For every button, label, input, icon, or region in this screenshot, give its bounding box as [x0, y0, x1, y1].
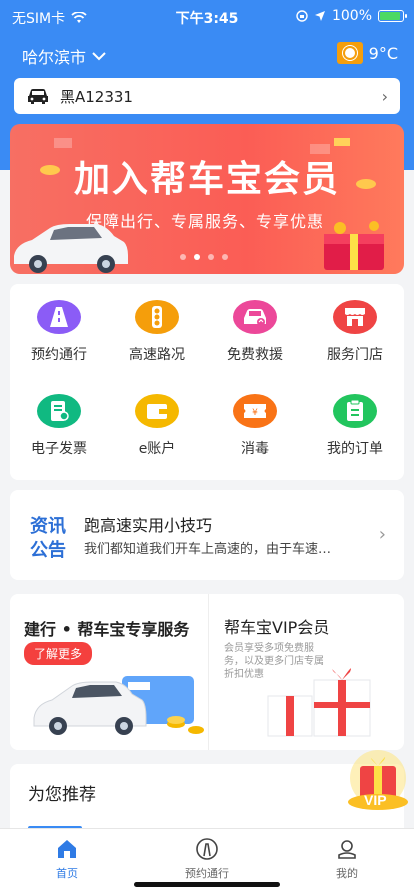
service-grid: 预约通行 高速路况 免费救援 服务门店 电子发票 e账户 ¥ 消毒 我的订单: [10, 284, 404, 480]
grid-label: e账户: [138, 441, 176, 457]
recommend-title: 为您推荐: [28, 785, 96, 805]
vehicle-plate-selector[interactable]: 黑A12331 ›: [14, 78, 400, 114]
grid-label: 免费救援: [227, 347, 283, 363]
carousel-dot-active[interactable]: [194, 254, 200, 260]
car-illustration: [14, 224, 128, 273]
news-badge-line2: 公告: [30, 540, 66, 561]
store-icon: [333, 300, 377, 334]
tab-reserve[interactable]: 预约通行: [167, 837, 247, 881]
tab-home[interactable]: 首页: [27, 837, 107, 881]
svg-text:¥: ¥: [252, 408, 258, 418]
grid-item-traffic[interactable]: 高速路况: [108, 284, 206, 364]
ticket-icon: ¥: [233, 394, 277, 428]
grid-label: 电子发票: [31, 441, 87, 457]
tab-label: 预约通行: [185, 867, 229, 880]
battery-percent: 100%: [331, 8, 372, 24]
battery-icon: [378, 10, 407, 22]
chevron-right-icon: ›: [381, 86, 388, 106]
grid-item-rescue[interactable]: 免费救援: [206, 284, 304, 364]
temperature-label: 9°C: [368, 43, 398, 63]
grid-item-invoice[interactable]: 电子发票: [10, 378, 108, 458]
vip-member-card[interactable]: 帮车宝VIP会员 会员享受多项免费服务，以及更多门店专属折扣优惠: [208, 594, 404, 750]
promo-section: 建行 • 帮车宝专享服务 了解更多 帮车宝VIP会员 会员享受多项免费服务，以及…: [10, 594, 404, 750]
ccb-service-title: 建行 • 帮车宝专享服务: [24, 620, 190, 639]
carousel-dot[interactable]: [208, 254, 214, 260]
grid-label: 服务门店: [327, 347, 383, 363]
grid-item-e-account[interactable]: e账户: [108, 378, 206, 458]
home-indicator: [134, 882, 280, 887]
vip-floating-button[interactable]: VIP: [346, 744, 410, 814]
road-outline-icon: [196, 838, 218, 860]
sun-icon: [336, 42, 363, 64]
plate-number: 黑A12331: [60, 87, 133, 106]
status-bar: 无SIM卡 下午3:45 100%: [0, 0, 414, 32]
news-announcement[interactable]: 资讯 公告 跑高速实用小技巧 我们都知道我们开车上高速的，由于车速… ›: [10, 490, 404, 580]
invoice-icon: [37, 394, 81, 428]
carousel-dot[interactable]: [180, 254, 186, 260]
grid-label: 高速路况: [129, 347, 185, 363]
grid-label: 预约通行: [31, 347, 87, 363]
user-icon: [338, 840, 356, 859]
vip-title: 帮车宝VIP会员: [224, 618, 330, 637]
news-badge-line1: 资讯: [30, 516, 66, 537]
car-icon: [28, 89, 48, 104]
membership-banner[interactable]: 加入帮车宝会员 保障出行、专属服务、专享优惠: [10, 124, 404, 274]
news-body: 我们都知道我们开车上高速的，由于车速…: [84, 542, 332, 557]
tab-label: 首页: [56, 867, 78, 880]
car-card-illustration: [33, 676, 204, 735]
rescue-car-icon: [233, 300, 277, 334]
rotation-lock-icon: [296, 10, 308, 22]
vip-badge-label: VIP: [364, 792, 387, 808]
ccb-service-card[interactable]: 建行 • 帮车宝专享服务 了解更多: [10, 594, 208, 750]
banner-title: 加入帮车宝会员: [73, 159, 340, 200]
order-icon: [333, 394, 377, 428]
grid-item-orders[interactable]: 我的订单: [306, 378, 404, 458]
grid-label: 消毒: [241, 441, 269, 457]
home-icon: [58, 840, 76, 858]
grid-item-reserve-pass[interactable]: 预约通行: [10, 284, 108, 364]
wallet-icon: [135, 394, 179, 428]
tab-profile[interactable]: 我的: [307, 837, 387, 881]
carousel-dot[interactable]: [222, 254, 228, 260]
gift-illustration: [324, 221, 384, 270]
road-icon: [37, 300, 81, 334]
traffic-light-icon: [135, 300, 179, 334]
carousel-indicator: [180, 254, 228, 260]
learn-more-button[interactable]: 了解更多: [24, 642, 93, 665]
weather-widget[interactable]: 9°C: [336, 42, 398, 64]
location-arrow-icon: [314, 11, 325, 21]
chevron-down-icon: [92, 52, 106, 61]
grid-label: 我的订单: [327, 441, 383, 457]
city-selector[interactable]: 哈尔滨市: [22, 44, 106, 68]
news-title: 跑高速实用小技巧: [84, 516, 213, 535]
gift-box-illustration: [267, 668, 371, 737]
city-label: 哈尔滨市: [22, 48, 87, 67]
grid-item-disinfect[interactable]: ¥ 消毒: [206, 378, 304, 458]
chevron-right-icon: ›: [378, 524, 386, 545]
grid-item-stores[interactable]: 服务门店: [306, 284, 404, 364]
tab-label: 我的: [336, 867, 358, 880]
